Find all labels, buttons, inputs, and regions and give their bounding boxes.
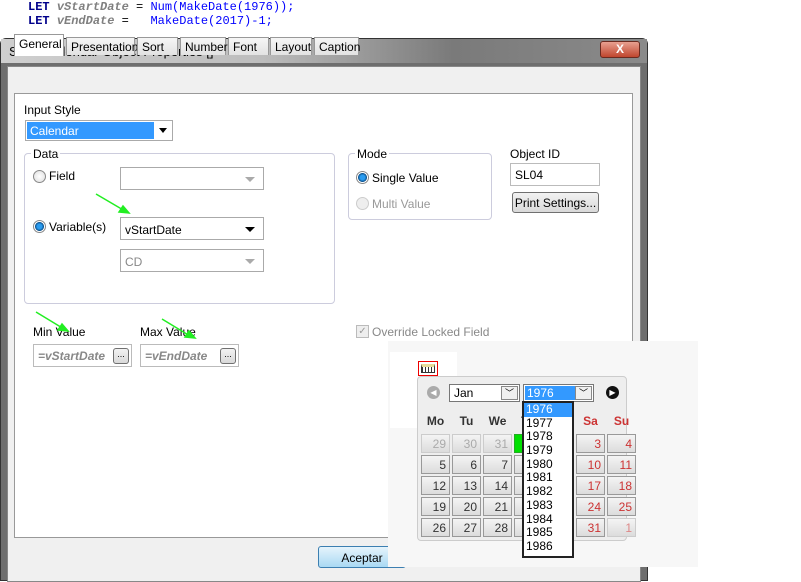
arrow-annotation — [161, 318, 191, 337]
day-cell[interactable]: 17 — [576, 476, 605, 495]
year-option[interactable]: 1980 — [524, 457, 572, 472]
day-header: Su — [613, 414, 630, 428]
year-option[interactable]: 1978 — [524, 430, 572, 444]
day-cell[interactable]: 21 — [483, 497, 512, 516]
year-option[interactable]: 1984 — [524, 512, 572, 527]
year-dropdown-list: 1976 1977 1978 1979 1980 1981 1982 1983 1984 1985… — [522, 401, 574, 558]
tab-general[interactable]: General — [14, 34, 64, 56]
day-cell[interactable]: 11 — [607, 455, 636, 474]
year-option[interactable]: 1979 — [524, 443, 572, 458]
arrow-head — [117, 204, 131, 214]
year-option[interactable]: 1985 — [524, 525, 572, 540]
day-cell[interactable]: 26 — [421, 518, 450, 537]
day-header: Sa — [583, 414, 598, 428]
day-cell[interactable]: 13 — [452, 476, 481, 495]
day-cell[interactable]: 6 — [452, 455, 481, 474]
day-cell[interactable]: 27 — [452, 518, 481, 537]
chevron-down-icon: ﹀ — [575, 386, 592, 400]
year-option[interactable]: 1981 — [524, 471, 572, 485]
day-cell[interactable]: 10 — [576, 455, 605, 474]
day-cell[interactable]: 25 — [607, 497, 636, 516]
day-cell[interactable]: 12 — [421, 476, 450, 495]
year-select[interactable]: 1976 ﹀ — [523, 384, 594, 402]
arrow-head — [56, 322, 70, 332]
day-cell[interactable]: 28 — [483, 518, 512, 537]
year-option[interactable]: 1977 — [524, 416, 572, 431]
day-cell[interactable]: 18 — [607, 476, 636, 495]
day-header: Mo — [426, 414, 445, 428]
prev-month-icon[interactable]: ◀ — [427, 386, 440, 399]
day-cell[interactable]: 29 — [421, 434, 450, 453]
day-header: Tu — [459, 414, 474, 428]
day-cell[interactable]: 4 — [607, 434, 636, 453]
month-select[interactable]: Jan ﹀ — [449, 384, 520, 402]
year-option[interactable]: 1986 — [524, 539, 572, 554]
day-cell[interactable]: 5 — [421, 455, 450, 474]
day-cell[interactable]: 1 — [607, 518, 636, 537]
year-option[interactable]: 1983 — [524, 498, 572, 513]
year-option[interactable]: 1982 — [524, 484, 572, 499]
arrow-head — [183, 329, 197, 339]
day-cell[interactable]: 20 — [452, 497, 481, 516]
day-cell[interactable]: 30 — [452, 434, 481, 453]
year-option[interactable]: 1976 — [524, 402, 572, 417]
day-cell[interactable]: 31 — [483, 434, 512, 453]
day-cell[interactable]: 7 — [483, 455, 512, 474]
calendar-icon[interactable] — [418, 361, 438, 376]
day-cell[interactable]: 14 — [483, 476, 512, 495]
next-month-icon[interactable]: ▶ — [606, 386, 619, 399]
day-cell[interactable]: 24 — [576, 497, 605, 516]
day-header: We — [488, 414, 507, 428]
day-cell[interactable]: 31 — [576, 518, 605, 537]
chevron-down-icon: ﹀ — [501, 386, 518, 400]
month-value: Jan — [454, 386, 474, 400]
year-value: 1976 — [525, 386, 575, 400]
day-cell[interactable]: 19 — [421, 497, 450, 516]
day-cell[interactable]: 3 — [576, 434, 605, 453]
